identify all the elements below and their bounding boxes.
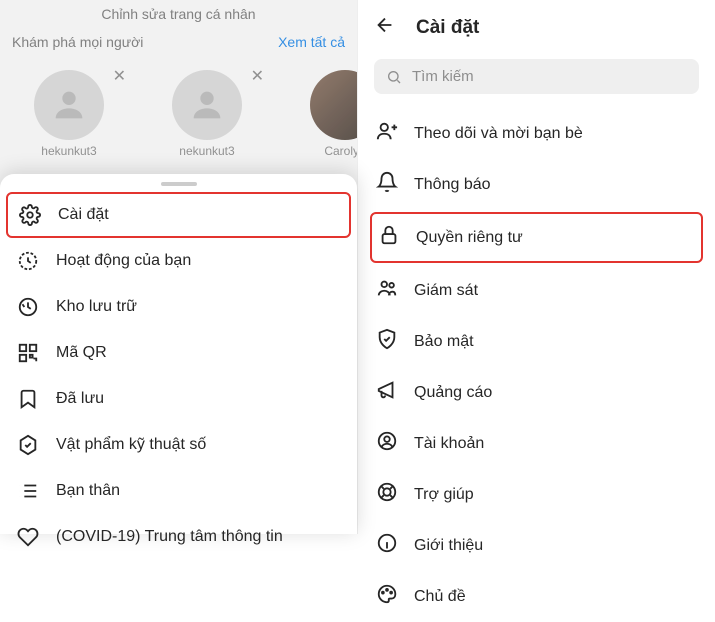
bookmark-icon: [16, 387, 40, 411]
menu-label: Bạn thân: [56, 482, 120, 500]
person-plus-icon: [376, 120, 398, 147]
settings-item-ads[interactable]: Quảng cáo: [358, 367, 715, 418]
hexagon-icon: [16, 433, 40, 457]
settings-item-supervision[interactable]: Giám sát: [358, 265, 715, 316]
shield-icon: [376, 328, 398, 355]
menu-item-saved[interactable]: Đã lưu: [0, 376, 357, 422]
menu-item-close-friends[interactable]: Bạn thân: [0, 468, 357, 514]
menu-label: Mã QR: [56, 344, 107, 362]
search-placeholder: Tìm kiếm: [412, 68, 474, 85]
menu-list: Cài đặt Hoạt động của bạn Kho lưu trữ Mã…: [0, 192, 357, 560]
settings-item-theme[interactable]: Chủ đề: [358, 571, 715, 622]
settings-item-notifications[interactable]: Thông báo: [358, 159, 715, 210]
menu-label: Đã lưu: [56, 390, 104, 408]
menu-label: Kho lưu trữ: [56, 298, 137, 316]
settings-item-security[interactable]: Bảo mật: [358, 316, 715, 367]
menu-item-archive[interactable]: Kho lưu trữ: [0, 284, 357, 330]
palette-icon: [376, 583, 398, 610]
lock-icon: [378, 224, 400, 251]
settings-item-about[interactable]: Giới thiệu: [358, 520, 715, 571]
settings-item-privacy[interactable]: Quyền riêng tư: [370, 212, 703, 263]
menu-item-qr[interactable]: Mã QR: [0, 330, 357, 376]
menu-label: (COVID-19) Trung tâm thông tin: [56, 528, 283, 546]
settings-label: Tài khoản: [414, 435, 484, 453]
menu-label: Vật phẩm kỹ thuật số: [56, 436, 206, 454]
settings-label: Giới thiệu: [414, 537, 483, 555]
bottom-sheet: Cài đặt Hoạt động của bạn Kho lưu trữ Mã…: [0, 174, 357, 534]
list-icon: [16, 479, 40, 503]
settings-label: Thông báo: [414, 176, 491, 194]
info-icon: [376, 532, 398, 559]
settings-label: Trợ giúp: [414, 486, 474, 504]
settings-item-account[interactable]: Tài khoản: [358, 418, 715, 469]
settings-header: Cài đặt: [358, 0, 715, 49]
right-screenshot: Cài đặt Tìm kiếm Theo dõi và mời bạn bè …: [357, 0, 715, 534]
users-icon: [376, 277, 398, 304]
menu-item-digital[interactable]: Vật phẩm kỹ thuật số: [0, 422, 357, 468]
menu-item-activity[interactable]: Hoạt động của bạn: [0, 238, 357, 284]
lifebuoy-icon: [376, 481, 398, 508]
clock-icon: [16, 249, 40, 273]
heart-icon: [16, 525, 40, 549]
sheet-handle[interactable]: [161, 182, 197, 186]
search-input[interactable]: Tìm kiếm: [374, 59, 699, 94]
settings-label: Chủ đề: [414, 588, 466, 606]
gear-icon: [18, 203, 42, 227]
megaphone-icon: [376, 379, 398, 406]
back-icon[interactable]: [374, 14, 396, 41]
settings-label: Quảng cáo: [414, 384, 492, 402]
settings-label: Giám sát: [414, 282, 478, 300]
account-icon: [376, 430, 398, 457]
settings-label: Bảo mật: [414, 333, 474, 351]
settings-item-help[interactable]: Trợ giúp: [358, 469, 715, 520]
menu-item-settings[interactable]: Cài đặt: [6, 192, 351, 238]
bell-icon: [376, 171, 398, 198]
settings-label: Quyền riêng tư: [416, 229, 523, 247]
settings-item-follow[interactable]: Theo dõi và mời bạn bè: [358, 108, 715, 159]
archive-icon: [16, 295, 40, 319]
menu-item-covid[interactable]: (COVID-19) Trung tâm thông tin: [0, 514, 357, 560]
menu-label: Cài đặt: [58, 206, 109, 224]
search-icon: [386, 69, 402, 85]
settings-label: Theo dõi và mời bạn bè: [414, 125, 583, 143]
settings-title: Cài đặt: [416, 17, 479, 39]
settings-list: Theo dõi và mời bạn bè Thông báo Quyền r…: [358, 108, 715, 622]
qr-icon: [16, 341, 40, 365]
left-screenshot: Chỉnh sửa trang cá nhân Khám phá mọi ngư…: [0, 0, 357, 534]
menu-label: Hoạt động của bạn: [56, 252, 191, 270]
